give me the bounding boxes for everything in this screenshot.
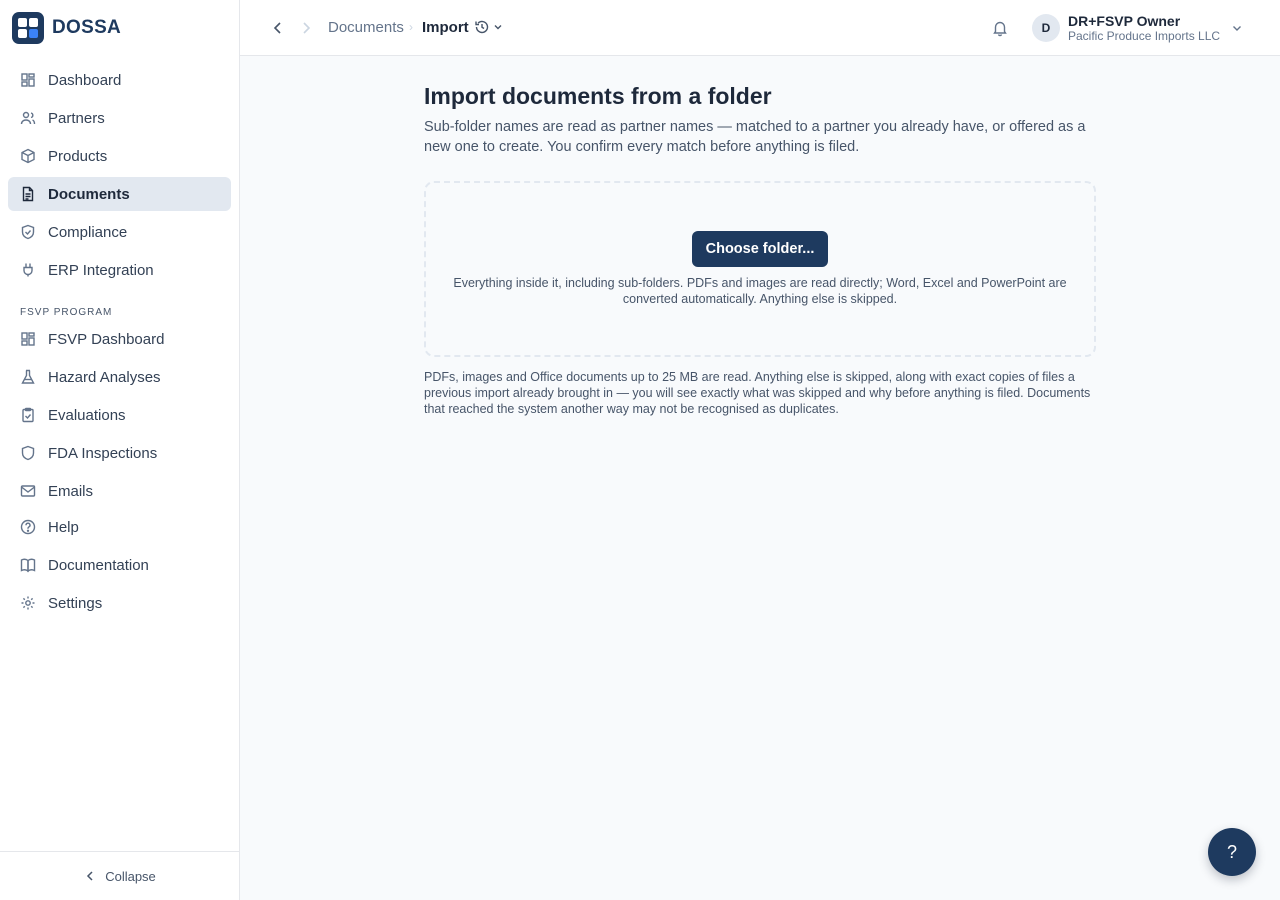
sidebar-item-label: Compliance [48,223,128,241]
folder-dropzone[interactable]: Choose folder... Everything inside it, i… [424,181,1096,358]
history-button[interactable] [474,19,503,35]
sidebar-item-label: ERP Integration [48,261,154,279]
sidebar-item-compliance[interactable]: Compliance [8,215,231,249]
notification-bell-icon[interactable] [991,19,1009,37]
user-info: DR+FSVP Owner Pacific Produce Imports LL… [1068,14,1220,42]
sidebar-item-emails[interactable]: Emails [8,474,231,508]
dashboard-icon [21,332,35,346]
main-nav: Dashboard Partners Products Documents Co… [0,63,239,620]
sidebar-item-erp-integration[interactable]: ERP Integration [8,253,231,287]
user-name: DR+FSVP Owner [1068,13,1181,29]
mail-icon [20,485,36,497]
breadcrumb-current: Import [422,19,469,36]
users-icon [20,111,36,125]
collapse-sidebar-button[interactable]: Collapse [0,851,239,900]
sidebar-item-documentation[interactable]: Documentation [8,548,231,582]
section-label-fsvp: FSVP PROGRAM [20,307,113,318]
chevron-down-icon [494,25,502,30]
main-content: Import documents from a folder Sub-folde… [424,56,1096,417]
sidebar-item-label: Settings [48,594,103,612]
sidebar-item-evaluations[interactable]: Evaluations [8,398,231,432]
sidebar-item-label: Evaluations [48,406,126,424]
book-icon [20,558,36,573]
sidebar: DOSSA Dashboard Partners Products Docume… [0,0,240,900]
breadcrumb-separator-icon: › [409,20,413,34]
top-bar: Documents › Import D DR+FSVP Owner Pacif… [240,0,1280,56]
collapse-label: Collapse [105,868,156,884]
avatar: D [1032,14,1060,42]
sidebar-item-partners[interactable]: Partners [8,101,231,135]
sidebar-item-hazard-analyses[interactable]: Hazard Analyses [8,360,231,394]
back-arrow-icon[interactable] [269,19,287,37]
sidebar-item-label: Partners [48,109,105,127]
sidebar-item-documents[interactable]: Documents [8,177,231,211]
sidebar-item-fsvp-dashboard[interactable]: FSVP Dashboard [8,322,231,356]
dashboard-icon [21,73,35,87]
import-footnote: PDFs, images and Office documents up to … [424,370,1091,417]
clipboard-check-icon [22,407,34,423]
help-circle-icon [20,519,36,535]
help-fab-button[interactable]: ? [1208,828,1256,876]
brand[interactable]: DOSSA [0,0,239,56]
sidebar-item-label: Dashboard [48,71,122,89]
sidebar-item-label: FDA Inspections [48,444,158,462]
document-icon [22,186,34,202]
dossa-logo-icon [12,12,44,44]
brand-name: DOSSA [52,17,122,38]
flask-icon [21,369,35,384]
choose-folder-button[interactable]: Choose folder... [692,231,828,268]
sidebar-item-fda-inspections[interactable]: FDA Inspections [8,436,231,470]
box-icon [21,148,35,164]
sidebar-item-label: Hazard Analyses [48,368,161,386]
user-organization: Pacific Produce Imports LLC [1068,29,1221,43]
sidebar-item-label: Documentation [48,556,149,574]
shield-check-icon [21,224,35,240]
plug-icon [23,263,33,277]
sidebar-item-products[interactable]: Products [8,139,231,173]
sidebar-item-label: FSVP Dashboard [48,330,165,348]
sidebar-item-dashboard[interactable]: Dashboard [8,63,231,97]
sidebar-item-settings[interactable]: Settings [8,586,231,620]
page-description: Sub-folder names are read as partner nam… [424,119,1086,156]
sidebar-item-label: Emails [48,482,94,500]
gear-icon [21,596,35,610]
chevron-left-icon [87,871,93,881]
breadcrumb-documents[interactable]: Documents [328,19,404,36]
sidebar-item-help[interactable]: Help [8,510,231,544]
history-icon [475,20,489,34]
shield-icon [21,445,35,461]
chevron-down-icon [1233,26,1242,31]
forward-arrow-icon[interactable] [297,19,315,37]
page-title: Import documents from a folder [424,83,772,109]
dropzone-hint: Everything inside it, including sub-fold… [453,276,1067,307]
sidebar-item-label: Help [48,518,79,536]
sidebar-item-label: Documents [48,185,130,203]
sidebar-item-label: Products [48,147,108,165]
user-menu[interactable]: D DR+FSVP Owner Pacific Produce Imports … [1032,8,1244,48]
